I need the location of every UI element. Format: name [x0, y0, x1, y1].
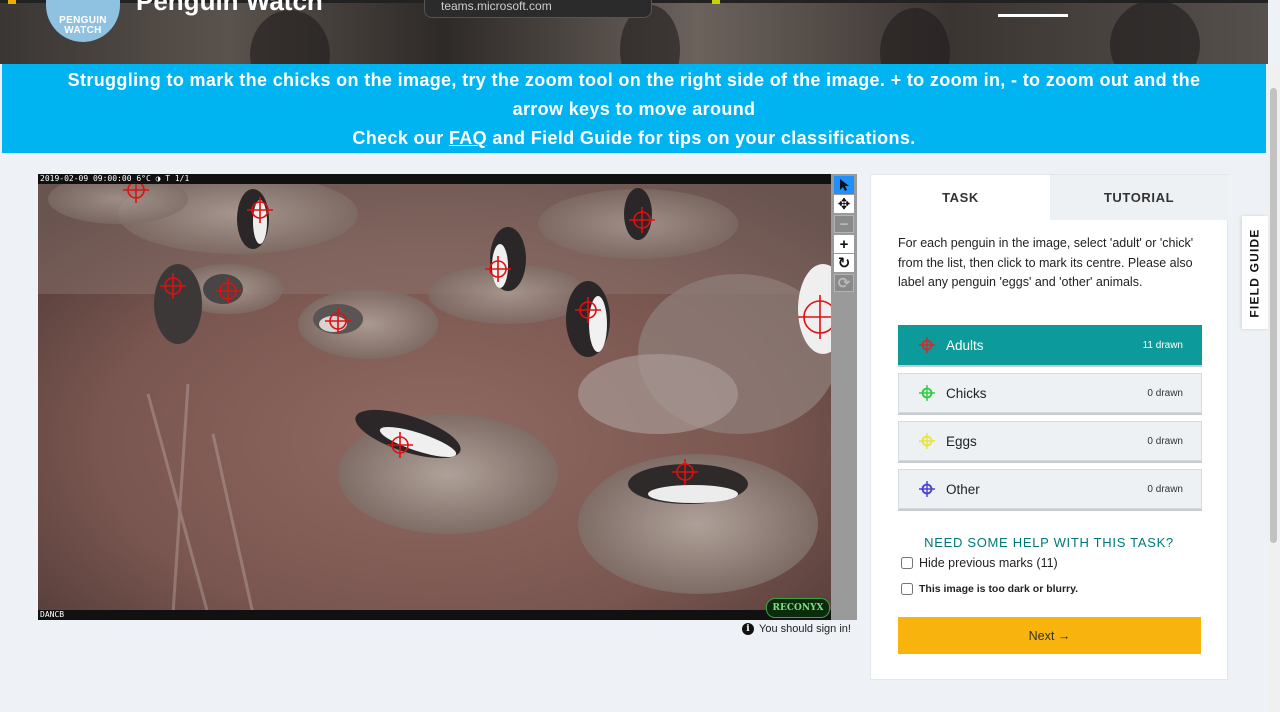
tool-other-button[interactable]: Other 0 drawn [898, 469, 1202, 509]
reset-icon[interactable]: ⟳ [834, 274, 854, 292]
move-icon[interactable]: ✥ [834, 195, 854, 213]
tool-label: Other [946, 481, 980, 497]
sign-in-text: You should sign in! [759, 623, 851, 635]
banner-text: and Field Guide for tips on your classif… [487, 128, 916, 148]
project-title[interactable]: Penguin Watch [136, 0, 323, 17]
banner-line: Struggling to mark the chicks on the ima… [67, 70, 1201, 90]
tool-count: 0 drawn [1147, 435, 1183, 447]
subject-photo[interactable] [38, 174, 831, 620]
sign-in-notice[interactable]: i You should sign in! [742, 623, 851, 635]
zoom-out-icon[interactable]: − [834, 215, 854, 233]
zoom-in-icon[interactable]: + [834, 235, 854, 253]
tool-count: 0 drawn [1147, 483, 1183, 495]
hide-marks-checkbox-row[interactable]: Hide previous marks (11) [901, 556, 1058, 570]
browser-dot [712, 0, 720, 4]
banner-text: Check our [352, 128, 449, 148]
crosshair-icon [919, 385, 935, 401]
tool-adults-button[interactable]: Adults 11 drawn [898, 325, 1202, 365]
faq-link[interactable]: FAQ [449, 128, 487, 148]
checkbox-label: This image is too dark or blurry. [919, 583, 1079, 595]
task-panel: TASK TUTORIAL For each penguin in the im… [870, 174, 1228, 680]
help-link[interactable]: NEED SOME HELP WITH THIS TASK? [871, 535, 1227, 550]
logo-text: WATCH [64, 25, 102, 36]
camera-id: DANCB [38, 610, 831, 620]
dark-blurry-checkbox[interactable] [901, 583, 913, 595]
task-tabs: TASK TUTORIAL [871, 175, 1228, 220]
field-guide-label: FIELD GUIDE [1248, 227, 1263, 318]
scrollbar-thumb[interactable] [1270, 88, 1277, 543]
header-decor [1110, 0, 1200, 64]
tab-tutorial[interactable]: TUTORIAL [1050, 175, 1228, 220]
announcement-banner: Struggling to mark the chicks on the ima… [2, 64, 1266, 153]
rotate-icon[interactable]: ↻ [834, 254, 854, 272]
camera-brand-logo: RECONYX [766, 598, 830, 618]
tool-count: 11 drawn [1142, 339, 1183, 351]
banner-line: arrow keys to move around [512, 99, 756, 119]
active-nav-underline [998, 14, 1068, 17]
banner-line: Check our FAQ and Field Guide for tips o… [2, 124, 1266, 153]
checkbox-label: Hide previous marks (11) [919, 556, 1058, 570]
tool-label: Adults [946, 337, 984, 353]
field-guide-tab[interactable]: FIELD GUIDE [1242, 216, 1268, 329]
penguin-watch-logo[interactable]: PENGUIN WATCH [46, 0, 120, 42]
pointer-icon[interactable] [834, 176, 854, 194]
tool-label: Chicks [946, 385, 987, 401]
camera-info-strip: 2019-02-09 09:00:00 6°C ◑ T 1/1 [38, 174, 831, 184]
crosshair-icon [919, 433, 935, 449]
tab-task[interactable]: TASK [871, 175, 1050, 220]
task-instructions: For each penguin in the image, select 'a… [898, 236, 1194, 289]
browser-dot [8, 0, 16, 4]
url-tooltip: teams.microsoft.com [424, 0, 652, 18]
tool-label: Eggs [946, 433, 977, 449]
tool-count: 0 drawn [1147, 387, 1183, 399]
header-decor [250, 10, 330, 64]
hide-marks-checkbox[interactable] [901, 557, 913, 569]
tool-chicks-button[interactable]: Chicks 0 drawn [898, 373, 1202, 413]
crosshair-icon [919, 337, 935, 353]
next-button[interactable]: Next → [898, 617, 1201, 654]
subject-image-viewer[interactable]: 2019-02-09 09:00:00 6°C ◑ T 1/1 DANCB RE… [38, 174, 831, 620]
image-toolbar: ✥ − + ↻ ⟳ [831, 174, 857, 620]
dark-blurry-checkbox-row[interactable]: This image is too dark or blurry. [901, 583, 1078, 595]
crosshair-icon [919, 481, 935, 497]
header-decor [880, 8, 950, 64]
info-icon: i [742, 623, 754, 635]
site-header: PENGUIN WATCH Penguin Watch teams.micros… [0, 0, 1268, 64]
tool-eggs-button[interactable]: Eggs 0 drawn [898, 421, 1202, 461]
